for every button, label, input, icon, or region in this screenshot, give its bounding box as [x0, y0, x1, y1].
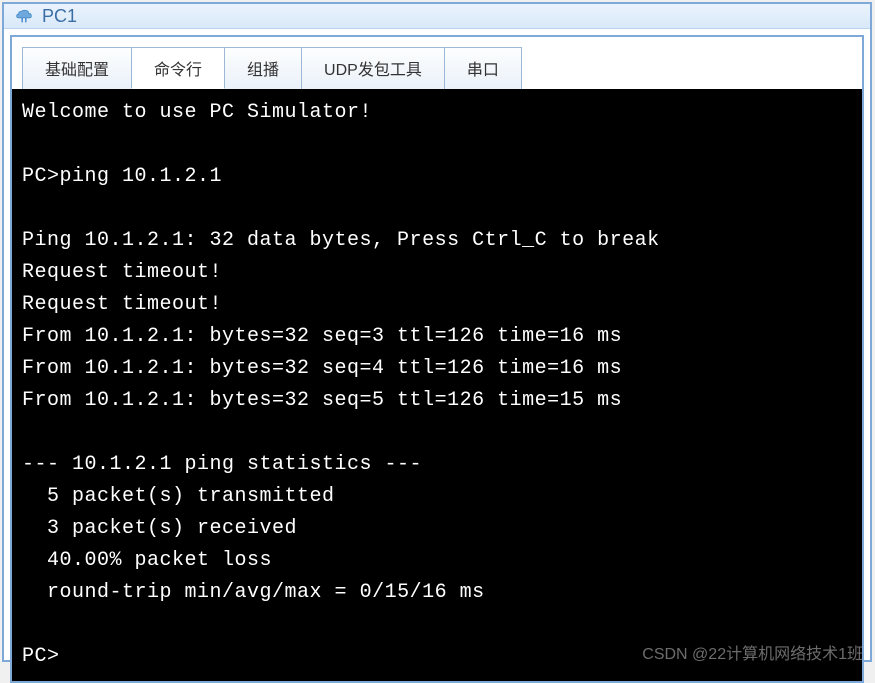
- terminal-output[interactable]: Welcome to use PC Simulator! PC>ping 10.…: [12, 89, 862, 681]
- tab-row: 基础配置 命令行 组播 UDP发包工具 串口: [12, 37, 862, 89]
- tab-serial[interactable]: 串口: [444, 47, 522, 89]
- window-title: PC1: [42, 6, 77, 27]
- watermark-text: CSDN @22计算机网络技术1班: [642, 640, 863, 664]
- tab-udp-tool[interactable]: UDP发包工具: [301, 47, 445, 89]
- content-area: 基础配置 命令行 组播 UDP发包工具 串口 Welcome to use PC…: [10, 35, 864, 683]
- app-icon: [12, 4, 36, 28]
- tab-command-line[interactable]: 命令行: [131, 47, 225, 89]
- app-window: PC1 基础配置 命令行 组播 UDP发包工具 串口 Welcome to us…: [2, 2, 872, 662]
- titlebar[interactable]: PC1: [4, 4, 870, 29]
- tab-basic-config[interactable]: 基础配置: [22, 47, 132, 89]
- tab-multicast[interactable]: 组播: [224, 47, 302, 89]
